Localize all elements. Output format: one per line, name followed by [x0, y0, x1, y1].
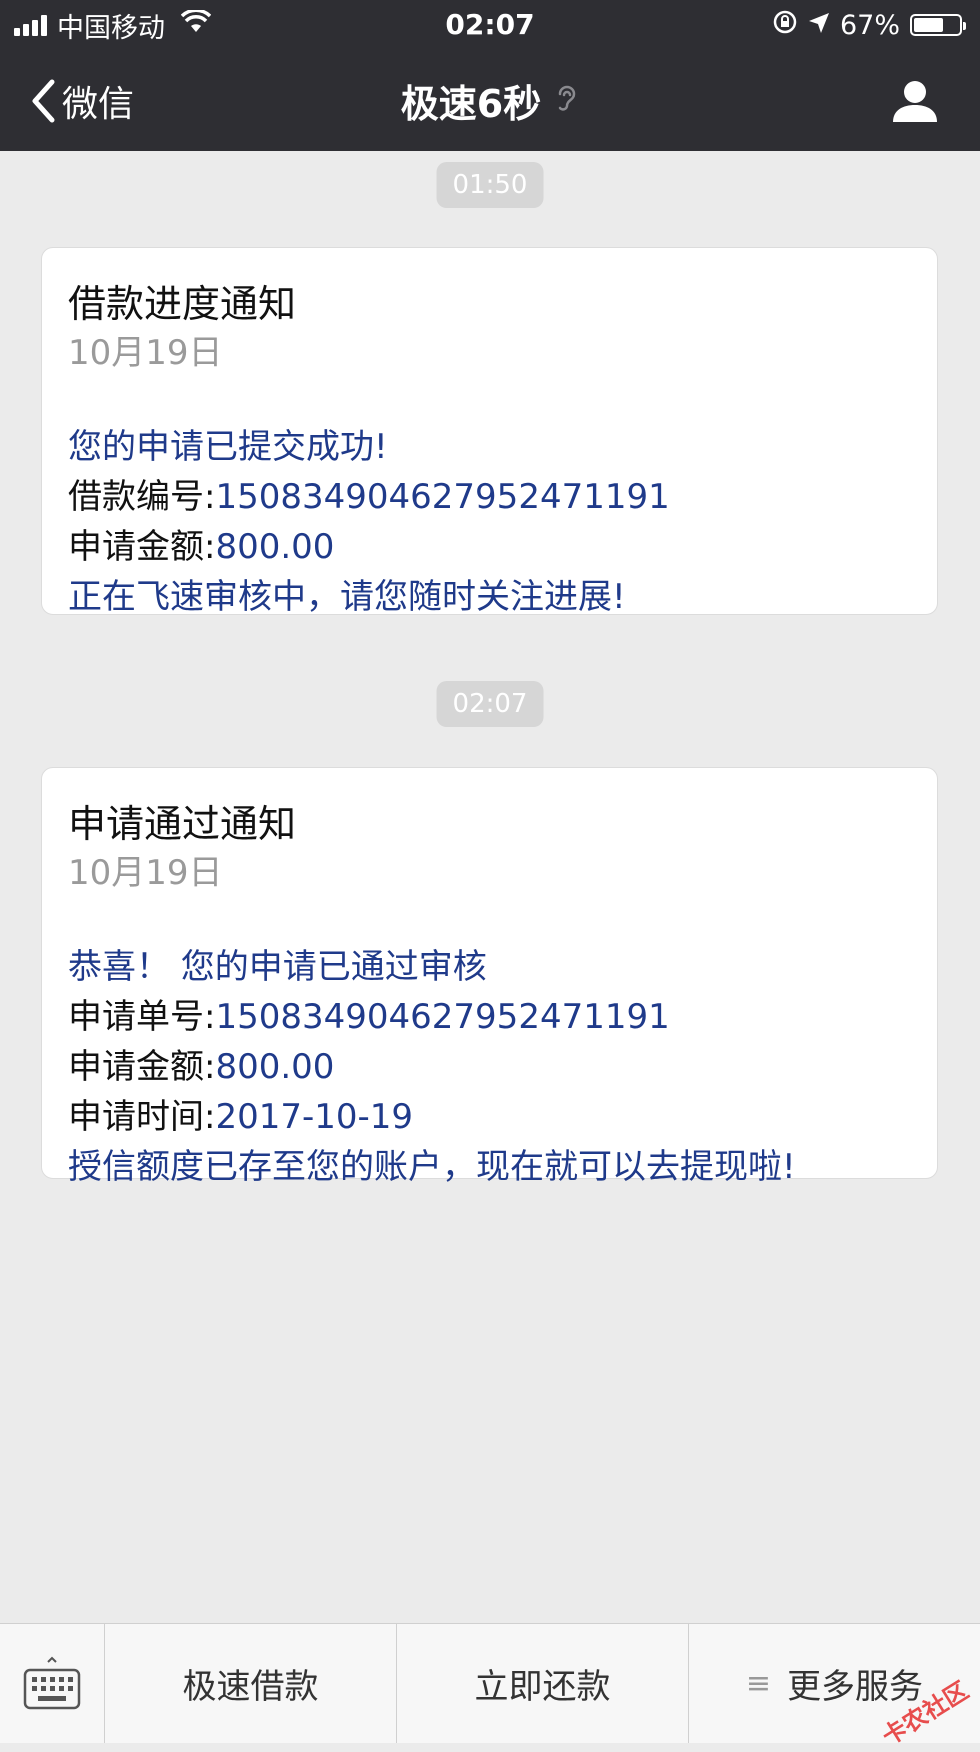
menu-item-quick-loan[interactable]: 极速借款 [105, 1624, 397, 1743]
line-value: 授信额度已存至您的账户，现在就可以去提现啦! [68, 1147, 796, 1187]
card-title: 借款进度通知 [68, 282, 297, 326]
card-date: 10月19日 [68, 853, 223, 893]
menu-item-label: 极速借款 [182, 1667, 319, 1707]
line-value: 2017-10-19 [215, 1097, 414, 1137]
card-title: 申请通过通知 [68, 802, 297, 846]
line-label: 申请金额: [68, 1047, 216, 1087]
line-label: 申请单号: [68, 997, 216, 1037]
battery-level [914, 18, 944, 32]
bottom-menu: 极速借款 立即还款 ≡ 更多服务 [0, 1623, 980, 1743]
menu-item-label: 更多服务 [787, 1667, 924, 1707]
line-label: 申请金额: [68, 527, 216, 567]
line-value: 150834904627952471191 [215, 997, 670, 1037]
line-value: 恭喜！ 您的申请已通过审核 [68, 947, 487, 987]
profile-button[interactable] [890, 76, 940, 126]
message-line: 授信额度已存至您的账户，现在就可以去提现啦! [68, 1142, 911, 1192]
menu-item-repay-now[interactable]: 立即还款 [397, 1624, 689, 1743]
line-label: 申请时间: [68, 1097, 216, 1137]
message-line: 申请时间:2017-10-19 [68, 1092, 911, 1142]
menu-item-label: 立即还款 [474, 1667, 611, 1707]
line-value: 您的申请已提交成功! [68, 427, 388, 467]
notification-card[interactable]: 借款进度通知 10月19日 您的申请已提交成功! 借款编号:1508349046… [41, 247, 938, 617]
message-line: 您的申请已提交成功! [68, 422, 911, 472]
keyboard-toggle-button[interactable] [0, 1624, 105, 1743]
message-line: 借款编号:150834904627952471191 [68, 472, 911, 522]
message-line: 恭喜！ 您的申请已通过审核 [68, 942, 911, 992]
battery-percent: 67% [839, 9, 900, 41]
keyboard-icon [23, 1656, 81, 1709]
line-value: 正在飞速审核中，请您随时关注进展! [68, 577, 626, 617]
notification-card[interactable]: 申请通过通知 10月19日 恭喜！ 您的申请已通过审核 申请单号:1508349… [41, 767, 938, 1187]
nav-bar: 微信 极速6秒 [0, 50, 980, 151]
line-value: 150834904627952471191 [215, 477, 670, 517]
line-value: 800.00 [215, 527, 335, 567]
message-line: 申请单号:150834904627952471191 [68, 992, 911, 1042]
message-line: 申请金额:800.00 [68, 1042, 911, 1092]
message-timestamp: 02:07 [436, 681, 544, 727]
message-timestamp: 01:50 [436, 162, 544, 208]
rotation-lock-icon [772, 9, 798, 42]
chat-title: 极速6秒 [400, 82, 542, 126]
page-title: 极速6秒 [0, 50, 980, 151]
person-icon [893, 81, 937, 122]
submenu-icon: ≡ [745, 1666, 772, 1701]
message-line: 正在飞速审核中，请您随时关注进展! [68, 572, 911, 622]
line-value: 800.00 [215, 1047, 335, 1087]
earpiece-mode-icon [555, 79, 579, 123]
card-date: 10月19日 [68, 333, 223, 373]
battery-icon [910, 14, 966, 36]
status-bar: 中国移动 02:07 67% [0, 0, 980, 50]
location-arrow-icon [808, 10, 830, 41]
line-label: 借款编号: [68, 477, 216, 517]
message-line: 申请金额:800.00 [68, 522, 911, 572]
